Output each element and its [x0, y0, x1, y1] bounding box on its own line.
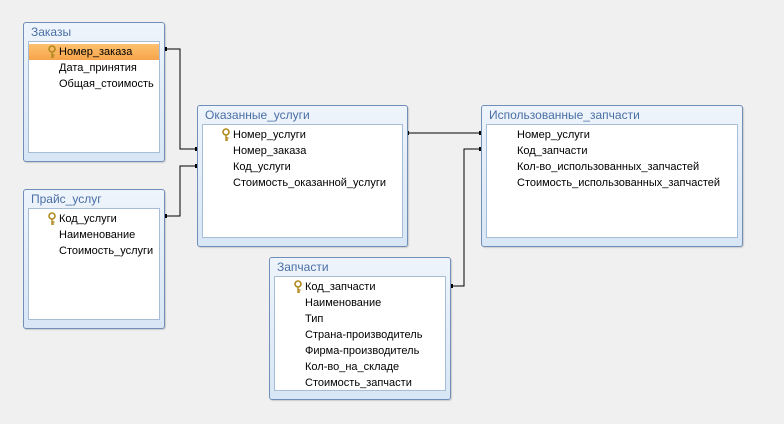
field-row[interactable]: Номер_заказа	[203, 143, 402, 159]
table-zakazy[interactable]: Заказы Номер_заказа Дата_принятия Общая_…	[23, 22, 165, 162]
relationships-canvas: Заказы Номер_заказа Дата_принятия Общая_…	[0, 0, 784, 424]
field-row[interactable]: Кол-во_на_складе	[275, 359, 445, 375]
relationship-prais-okazannye[interactable]	[163, 164, 199, 218]
table-title[interactable]: Заказы	[28, 23, 160, 41]
field-list[interactable]: Номер_заказа Дата_принятия Общая_стоимос…	[28, 41, 160, 153]
table-title[interactable]: Запчасти	[274, 258, 446, 276]
field-label: Общая_стоимость	[59, 78, 154, 90]
field-list[interactable]: Код_запчасти Наименование Тип Страна-про…	[274, 276, 446, 391]
table-title[interactable]: Прайс_услуг	[28, 190, 160, 208]
field-row[interactable]: Тип	[275, 311, 445, 327]
field-label: Номер_услуги	[517, 129, 590, 141]
field-row[interactable]: Стоимость_использованных_запчастей	[487, 175, 737, 191]
field-label: Стоимость_использованных_запчастей	[517, 177, 721, 189]
field-row[interactable]: Общая_стоимость	[29, 76, 159, 92]
field-list[interactable]: Код_услуги Наименование Стоимость_услуги	[28, 208, 160, 320]
field-label: Код_запчасти	[305, 281, 376, 293]
relationship-okazannye-ispolzovannye[interactable]	[405, 131, 483, 135]
relationship-zapchasti-ispolzovannye[interactable]	[449, 147, 483, 288]
table-ispolzovannye-zapchasti[interactable]: Использованные_запчасти Номер_услуги Код…	[481, 105, 743, 247]
field-label: Номер_заказа	[233, 145, 307, 157]
field-row-pk[interactable]: Номер_услуги	[203, 127, 402, 143]
field-list[interactable]: Номер_услуги Код_запчасти Кол-во_использ…	[486, 124, 738, 238]
field-label: Код_запчасти	[517, 145, 588, 157]
table-okazannye-uslugi[interactable]: Оказанные_услуги Номер_услуги Номер_зака…	[197, 105, 408, 247]
field-label: Номер_заказа	[59, 46, 133, 58]
field-row[interactable]: Кол-во_использованных_запчастей	[487, 159, 737, 175]
table-title[interactable]: Использованные_запчасти	[486, 106, 738, 124]
field-row[interactable]: Наименование	[29, 227, 159, 243]
field-label: Стоимость_запчасти	[305, 377, 412, 389]
field-row-pk[interactable]: Код_запчасти	[275, 279, 445, 295]
field-label: Тип	[305, 313, 324, 325]
relationship-zakazy-okazannye[interactable]	[163, 47, 199, 151]
field-label: Дата_принятия	[59, 62, 137, 74]
field-label: Фирма-производитель	[305, 345, 420, 357]
field-row[interactable]: Дата_принятия	[29, 60, 159, 76]
field-label: Кол-во_на_складе	[305, 361, 400, 373]
field-row-pk[interactable]: Код_услуги	[29, 211, 159, 227]
field-label: Кол-во_использованных_запчастей	[517, 161, 700, 173]
field-label: Стоимость_оказанной_услуги	[233, 177, 386, 189]
table-zapchasti[interactable]: Запчасти Код_запчасти Наименование Тип С…	[269, 257, 451, 400]
field-row[interactable]: Страна-производитель	[275, 327, 445, 343]
field-row[interactable]: Стоимость_оказанной_услуги	[203, 175, 402, 191]
field-label: Код_услуги	[233, 161, 291, 173]
field-label: Страна-производитель	[305, 329, 423, 341]
field-label: Наименование	[305, 297, 382, 309]
key-icon	[48, 212, 56, 225]
field-row-pk[interactable]: Номер_заказа	[29, 44, 159, 60]
field-row[interactable]: Код_запчасти	[487, 143, 737, 159]
field-row[interactable]: Наименование	[275, 295, 445, 311]
field-row[interactable]: Код_услуги	[203, 159, 402, 175]
field-label: Наименование	[59, 229, 136, 241]
field-row[interactable]: Фирма-производитель	[275, 343, 445, 359]
field-list[interactable]: Номер_услуги Номер_заказа Код_услуги Сто…	[202, 124, 403, 238]
field-label: Стоимость_услуги	[59, 245, 154, 257]
field-row[interactable]: Стоимость_услуги	[29, 243, 159, 259]
table-prais-uslug[interactable]: Прайс_услуг Код_услуги Наименование Стои…	[23, 189, 165, 329]
field-row[interactable]: Стоимость_запчасти	[275, 375, 445, 390]
key-icon	[222, 128, 230, 141]
field-label: Номер_услуги	[233, 129, 306, 141]
key-icon	[294, 280, 302, 293]
table-title[interactable]: Оказанные_услуги	[202, 106, 403, 124]
key-icon	[48, 45, 56, 58]
field-row[interactable]: Номер_услуги	[487, 127, 737, 143]
field-label: Код_услуги	[59, 213, 117, 225]
